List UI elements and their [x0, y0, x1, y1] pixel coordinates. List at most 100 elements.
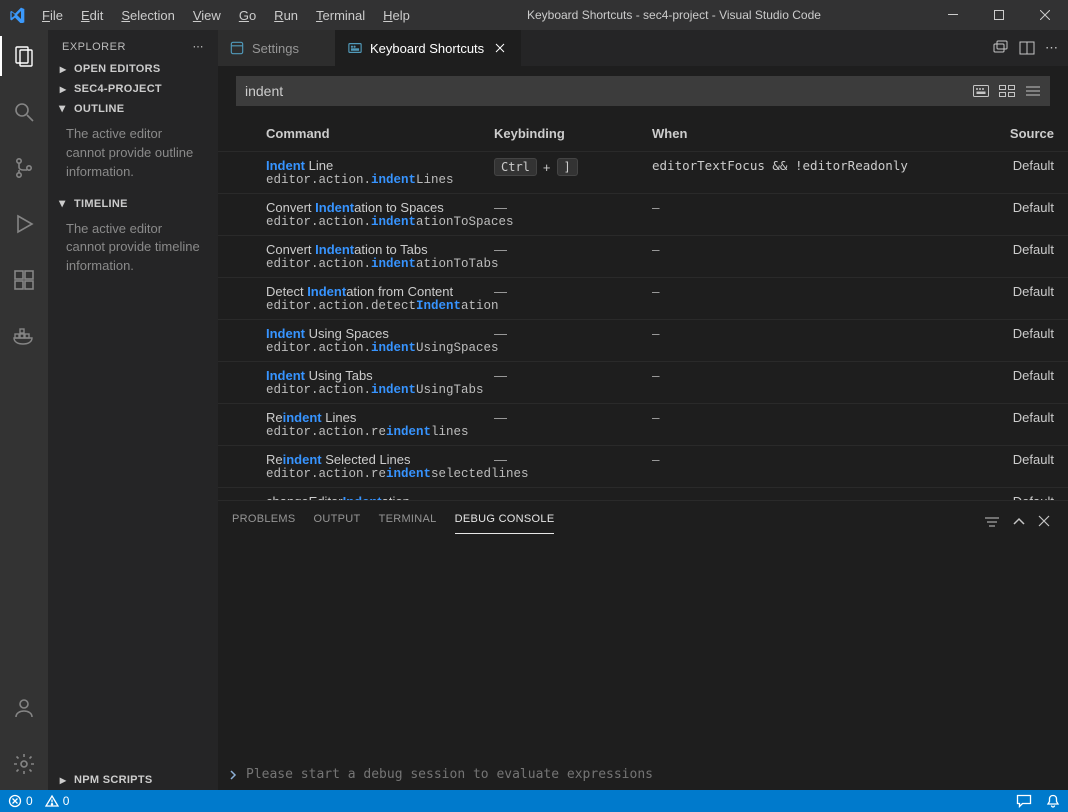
keybinding-cell: — — [494, 200, 644, 215]
close-button[interactable] — [1022, 0, 1068, 30]
extensions-icon[interactable] — [0, 260, 48, 300]
activity-bar — [0, 30, 48, 790]
source-cell: Default — [960, 368, 1054, 383]
menu-run[interactable]: Run — [266, 4, 306, 27]
command-name: Reindent Lines — [266, 410, 486, 425]
when-cell: — — [652, 452, 952, 467]
keybinding-row[interactable]: Detect Indentation from Contenteditor.ac… — [218, 278, 1068, 320]
run-debug-icon[interactable] — [0, 204, 48, 244]
keybinding-table-header: Command Keybinding When Source — [218, 116, 1068, 152]
menu-selection[interactable]: Selection — [113, 4, 182, 27]
keybinding-row[interactable]: Indent Using Tabseditor.action.indentUsi… — [218, 362, 1068, 404]
column-when[interactable]: When — [652, 126, 952, 141]
sort-precedence-icon[interactable] — [999, 84, 1015, 98]
command-id: editor.action.detectIndentation — [266, 299, 486, 313]
keybinding-search-input[interactable] — [245, 83, 973, 99]
menu-go[interactable]: Go — [231, 4, 264, 27]
column-command[interactable]: Command — [266, 126, 486, 141]
explorer-icon[interactable] — [0, 36, 48, 76]
keybinding-cell: — — [494, 410, 644, 425]
section-label: SEC4-PROJECT — [74, 83, 162, 95]
account-icon[interactable] — [0, 688, 48, 728]
panel-tab-problems[interactable]: PROBLEMS — [232, 509, 296, 534]
tab-close-icon[interactable] — [492, 40, 508, 56]
sidebar-section-npm-scripts[interactable]: ▸NPM SCRIPTS — [48, 770, 218, 790]
menu-edit[interactable]: Edit — [73, 4, 111, 27]
search-icon[interactable] — [0, 92, 48, 132]
menubar: FileEditSelectionViewGoRunTerminalHelp — [34, 4, 418, 27]
command-name: Indent Using Tabs — [266, 368, 486, 383]
keybinding-row[interactable]: Indent Lineeditor.action.indentLinesCtrl… — [218, 152, 1068, 194]
sidebar-title: EXPLORER ⋯ — [48, 30, 218, 59]
more-icon[interactable]: ⋯ — [193, 40, 205, 53]
when-cell: — — [652, 200, 952, 215]
column-keybinding[interactable]: Keybinding — [494, 126, 644, 141]
more-actions-icon[interactable]: ⋯ — [1045, 40, 1058, 56]
source-cell: Default — [960, 452, 1054, 467]
source-cell: Default — [960, 410, 1054, 425]
tab-label: Settings — [252, 41, 299, 56]
keybinding-cell: — — [494, 368, 644, 383]
keybinding-search[interactable] — [236, 76, 1050, 106]
when-cell: — — [652, 410, 952, 425]
sidebar-section-sec4-project[interactable]: ▸SEC4-PROJECT — [48, 79, 218, 99]
when-cell: editorTextFocus && !editorReadonly — [652, 158, 952, 173]
menu-help[interactable]: Help — [375, 4, 418, 27]
status-warnings[interactable]: 0 — [45, 794, 70, 808]
minimize-button[interactable] — [930, 0, 976, 30]
panel-close-icon[interactable] — [1038, 515, 1050, 529]
window-title: Keyboard Shortcuts - sec4-project - Visu… — [418, 8, 930, 22]
settings-icon[interactable] — [0, 744, 48, 784]
when-cell: — — [652, 368, 952, 383]
record-keys-icon[interactable] — [973, 84, 989, 98]
debug-console-input[interactable] — [246, 767, 1058, 782]
panel-tab-output[interactable]: OUTPUT — [314, 509, 361, 534]
chevron-right-icon: ▸ — [56, 773, 70, 787]
maximize-button[interactable] — [976, 0, 1022, 30]
sidebar-section-outline[interactable]: ▸OUTLINE — [48, 99, 218, 119]
docker-icon[interactable] — [0, 316, 48, 356]
keybinding-row[interactable]: Reindent Selected Lineseditor.action.rei… — [218, 446, 1068, 488]
menu-file[interactable]: File — [34, 4, 71, 27]
bottom-panel: PROBLEMS OUTPUT TERMINAL DEBUG CONSOLE — [218, 500, 1068, 790]
keybinding-row[interactable]: Indent Using Spaceseditor.action.indentU… — [218, 320, 1068, 362]
command-name: Reindent Selected Lines — [266, 452, 486, 467]
status-feedback-icon[interactable] — [1016, 794, 1032, 808]
source-cell: Default — [960, 326, 1054, 341]
source-cell: Default — [960, 158, 1054, 173]
clear-search-icon[interactable] — [1025, 84, 1041, 98]
column-source[interactable]: Source — [960, 126, 1054, 141]
chevron-right-icon — [228, 768, 238, 782]
when-cell: — — [652, 326, 952, 341]
keybinding-row[interactable]: Convert Indentation to Tabseditor.action… — [218, 236, 1068, 278]
keybinding-row[interactable]: Reindent Lineseditor.action.reindentline… — [218, 404, 1068, 446]
editor-tabs: Settings Keyboard Shortcuts ⋯ — [218, 30, 1068, 66]
panel-chevron-up-icon[interactable] — [1012, 515, 1026, 529]
keybinding-cell: — — [494, 242, 644, 257]
sidebar-section-timeline[interactable]: ▸TIMELINE — [48, 194, 218, 214]
sidebar: EXPLORER ⋯ ▸OPEN EDITORS▸SEC4-PROJECT▸OU… — [48, 30, 218, 790]
keybinding-cell: — — [494, 326, 644, 341]
command-id: editor.action.indentLines — [266, 173, 486, 187]
sidebar-section-open-editors[interactable]: ▸OPEN EDITORS — [48, 59, 218, 79]
status-errors[interactable]: 0 — [8, 794, 33, 808]
filter-icon[interactable] — [984, 515, 1000, 529]
editor-tab-keyboard-shortcuts[interactable]: Keyboard Shortcuts — [336, 30, 521, 66]
keybinding-row[interactable]: Convert Indentation to Spaceseditor.acti… — [218, 194, 1068, 236]
split-editor-icon[interactable] — [1019, 40, 1035, 56]
chevron-down-icon: ▸ — [56, 102, 70, 116]
source-control-icon[interactable] — [0, 148, 48, 188]
panel-tab-debug-console[interactable]: DEBUG CONSOLE — [455, 509, 555, 534]
open-keyboard-shortcuts-json-icon[interactable] — [993, 40, 1009, 56]
source-cell: Default — [960, 200, 1054, 215]
titlebar: FileEditSelectionViewGoRunTerminalHelp K… — [0, 0, 1068, 30]
window-controls — [930, 0, 1068, 30]
command-name: Indent Line — [266, 158, 486, 173]
panel-tab-terminal[interactable]: TERMINAL — [379, 509, 437, 534]
command-id: editor.action.reindentselectedlines — [266, 467, 486, 481]
menu-view[interactable]: View — [185, 4, 229, 27]
editor-tab-settings[interactable]: Settings — [218, 30, 336, 66]
menu-terminal[interactable]: Terminal — [308, 4, 373, 27]
status-bell-icon[interactable] — [1046, 794, 1060, 808]
section-label: OPEN EDITORS — [74, 63, 161, 75]
